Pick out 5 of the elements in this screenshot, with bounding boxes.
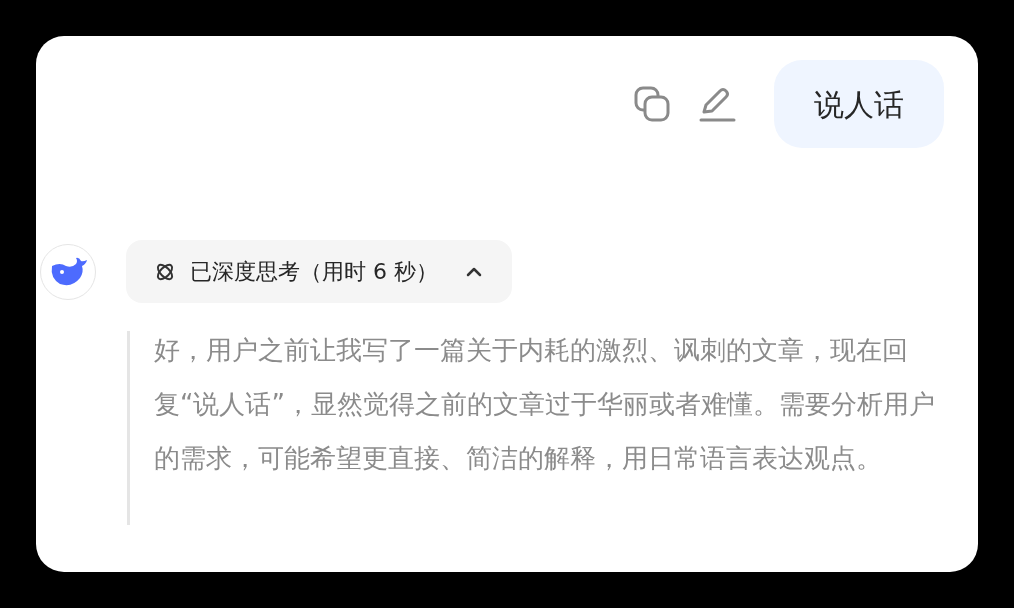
thinking-toggle[interactable]: 已深度思考（用时 6 秒）: [126, 240, 512, 303]
user-message: 说人话: [774, 60, 944, 148]
pencil-icon[interactable]: [698, 86, 736, 122]
thinking-text: 好，用户之前让我写了一篇关于内耗的激烈、讽刺的文章，现在回复“说人话”，显然觉得之前的文章过于华丽或者难懂。需要分析用户的需求，可能希望更直接、简洁的解释，用日常语言表达观点。: [154, 334, 936, 475]
copy-icon[interactable]: [634, 86, 670, 122]
